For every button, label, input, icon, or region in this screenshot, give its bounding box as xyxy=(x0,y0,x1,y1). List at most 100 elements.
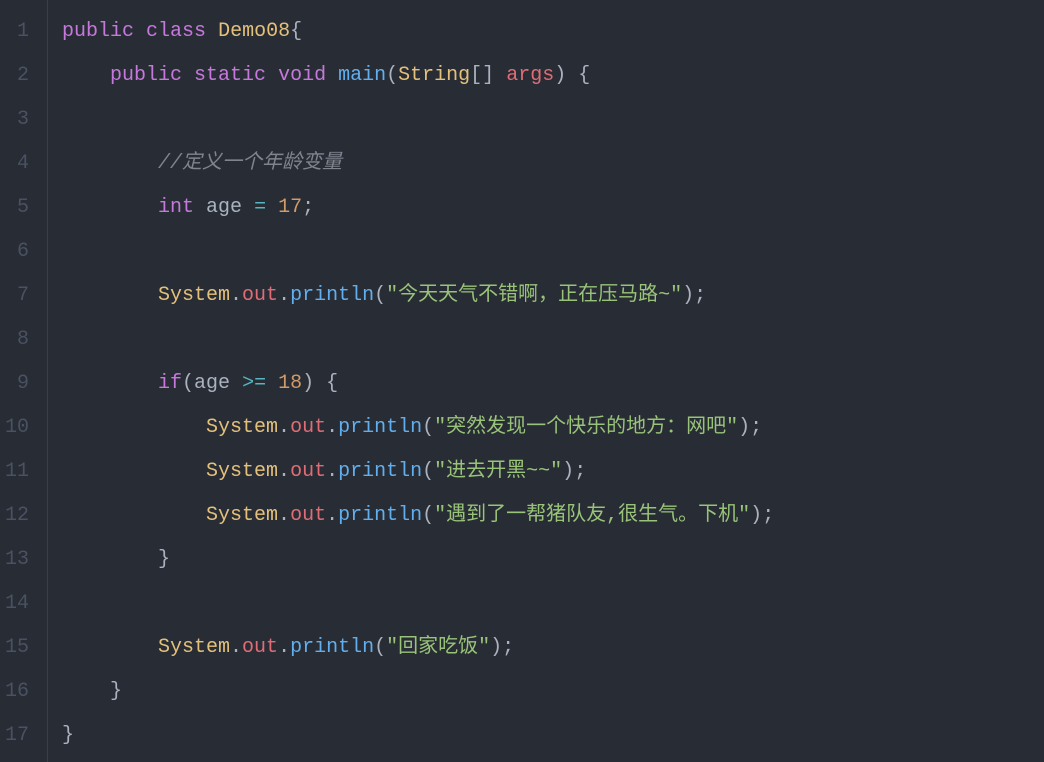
paren-close: ) xyxy=(302,372,314,395)
string-quote: " xyxy=(434,416,446,439)
comment: //定义一个年龄变量 xyxy=(158,152,342,175)
semicolon: ; xyxy=(302,196,314,219)
var-name: age xyxy=(206,196,242,219)
paren-open: ( xyxy=(182,372,194,395)
paren-close: ) xyxy=(682,284,694,307)
method-println: println xyxy=(338,416,422,439)
paren-close: ) xyxy=(750,504,762,527)
class-name: Demo08 xyxy=(218,20,290,43)
code-line-7[interactable]: System.out.println("今天天气不错啊，正在压马路~"); xyxy=(62,274,1044,318)
keyword-public: public xyxy=(62,20,134,43)
code-line-14[interactable] xyxy=(62,582,1044,626)
var-name: age xyxy=(194,372,230,395)
semicolon: ; xyxy=(762,504,774,527)
dot: . xyxy=(230,284,242,307)
code-line-12[interactable]: System.out.println("遇到了一帮猪队友,很生气。下机"); xyxy=(62,494,1044,538)
line-number: 13 xyxy=(0,538,39,582)
operator-gte: >= xyxy=(242,372,266,395)
paren-open: ( xyxy=(422,460,434,483)
keyword-class: class xyxy=(146,20,206,43)
dot: . xyxy=(278,636,290,659)
property-out: out xyxy=(242,636,278,659)
semicolon: ; xyxy=(574,460,586,483)
string-quote: " xyxy=(738,504,750,527)
line-number: 12 xyxy=(0,494,39,538)
dot: . xyxy=(278,284,290,307)
code-line-11[interactable]: System.out.println("进去开黑~~"); xyxy=(62,450,1044,494)
line-number: 2 xyxy=(0,54,39,98)
code-line-1[interactable]: public class Demo08{ xyxy=(62,10,1044,54)
string-quote: " xyxy=(550,460,562,483)
number-literal: 17 xyxy=(278,196,302,219)
code-line-6[interactable] xyxy=(62,230,1044,274)
line-number: 14 xyxy=(0,582,39,626)
dot: . xyxy=(326,460,338,483)
method-println: println xyxy=(338,460,422,483)
string-quote: " xyxy=(670,284,682,307)
code-line-8[interactable] xyxy=(62,318,1044,362)
paren-close: ) xyxy=(554,64,566,87)
code-line-2[interactable]: public static void main(String[] args) { xyxy=(62,54,1044,98)
keyword-if: if xyxy=(158,372,182,395)
line-number: 3 xyxy=(0,98,39,142)
keyword-int: int xyxy=(158,196,194,219)
dot: . xyxy=(278,504,290,527)
string-quote: " xyxy=(726,416,738,439)
method-name: main xyxy=(338,64,386,87)
code-line-5[interactable]: int age = 17; xyxy=(62,186,1044,230)
code-line-10[interactable]: System.out.println("突然发现一个快乐的地方：网吧"); xyxy=(62,406,1044,450)
line-number: 4 xyxy=(0,142,39,186)
property-out: out xyxy=(290,460,326,483)
keyword-static: static xyxy=(194,64,266,87)
dot: . xyxy=(326,504,338,527)
line-number: 5 xyxy=(0,186,39,230)
param-name: args xyxy=(506,64,554,87)
code-line-4[interactable]: //定义一个年龄变量 xyxy=(62,142,1044,186)
line-number: 7 xyxy=(0,274,39,318)
semicolon: ; xyxy=(750,416,762,439)
brace-close: } xyxy=(110,680,122,703)
method-println: println xyxy=(290,284,374,307)
code-line-15[interactable]: System.out.println("回家吃饭"); xyxy=(62,626,1044,670)
object-system: System xyxy=(206,504,278,527)
paren-close: ) xyxy=(562,460,574,483)
paren-open: ( xyxy=(422,504,434,527)
paren-open: ( xyxy=(422,416,434,439)
code-line-17[interactable]: } xyxy=(62,714,1044,758)
code-editor[interactable]: public class Demo08{ public static void … xyxy=(48,0,1044,762)
line-number: 9 xyxy=(0,362,39,406)
keyword-public: public xyxy=(110,64,182,87)
code-line-16[interactable]: } xyxy=(62,670,1044,714)
object-system: System xyxy=(158,284,230,307)
paren-close: ) xyxy=(738,416,750,439)
type-name: String xyxy=(398,64,470,87)
paren-open: ( xyxy=(374,636,386,659)
brace-close: } xyxy=(158,548,170,571)
string-quote: " xyxy=(386,636,398,659)
dot: . xyxy=(278,416,290,439)
dot: . xyxy=(326,416,338,439)
code-line-9[interactable]: if(age >= 18) { xyxy=(62,362,1044,406)
line-number: 6 xyxy=(0,230,39,274)
method-println: println xyxy=(338,504,422,527)
string-quote: " xyxy=(434,460,446,483)
code-line-3[interactable] xyxy=(62,98,1044,142)
line-number: 10 xyxy=(0,406,39,450)
brace-close: } xyxy=(62,724,74,747)
string-literal: 回家吃饭 xyxy=(398,636,478,659)
string-literal: 突然发现一个快乐的地方：网吧 xyxy=(446,416,726,439)
code-line-13[interactable]: } xyxy=(62,538,1044,582)
semicolon: ; xyxy=(694,284,706,307)
line-number-gutter: 1 2 3 4 5 6 7 8 9 10 11 12 13 14 15 16 1… xyxy=(0,0,48,762)
string-quote: " xyxy=(478,636,490,659)
property-out: out xyxy=(290,504,326,527)
line-number: 1 xyxy=(0,10,39,54)
line-number: 16 xyxy=(0,670,39,714)
string-literal: 进去开黑~~ xyxy=(446,460,550,483)
brackets: [] xyxy=(470,64,494,87)
paren-open: ( xyxy=(374,284,386,307)
operator-equals: = xyxy=(254,196,266,219)
string-quote: " xyxy=(434,504,446,527)
line-number: 17 xyxy=(0,714,39,758)
object-system: System xyxy=(206,416,278,439)
